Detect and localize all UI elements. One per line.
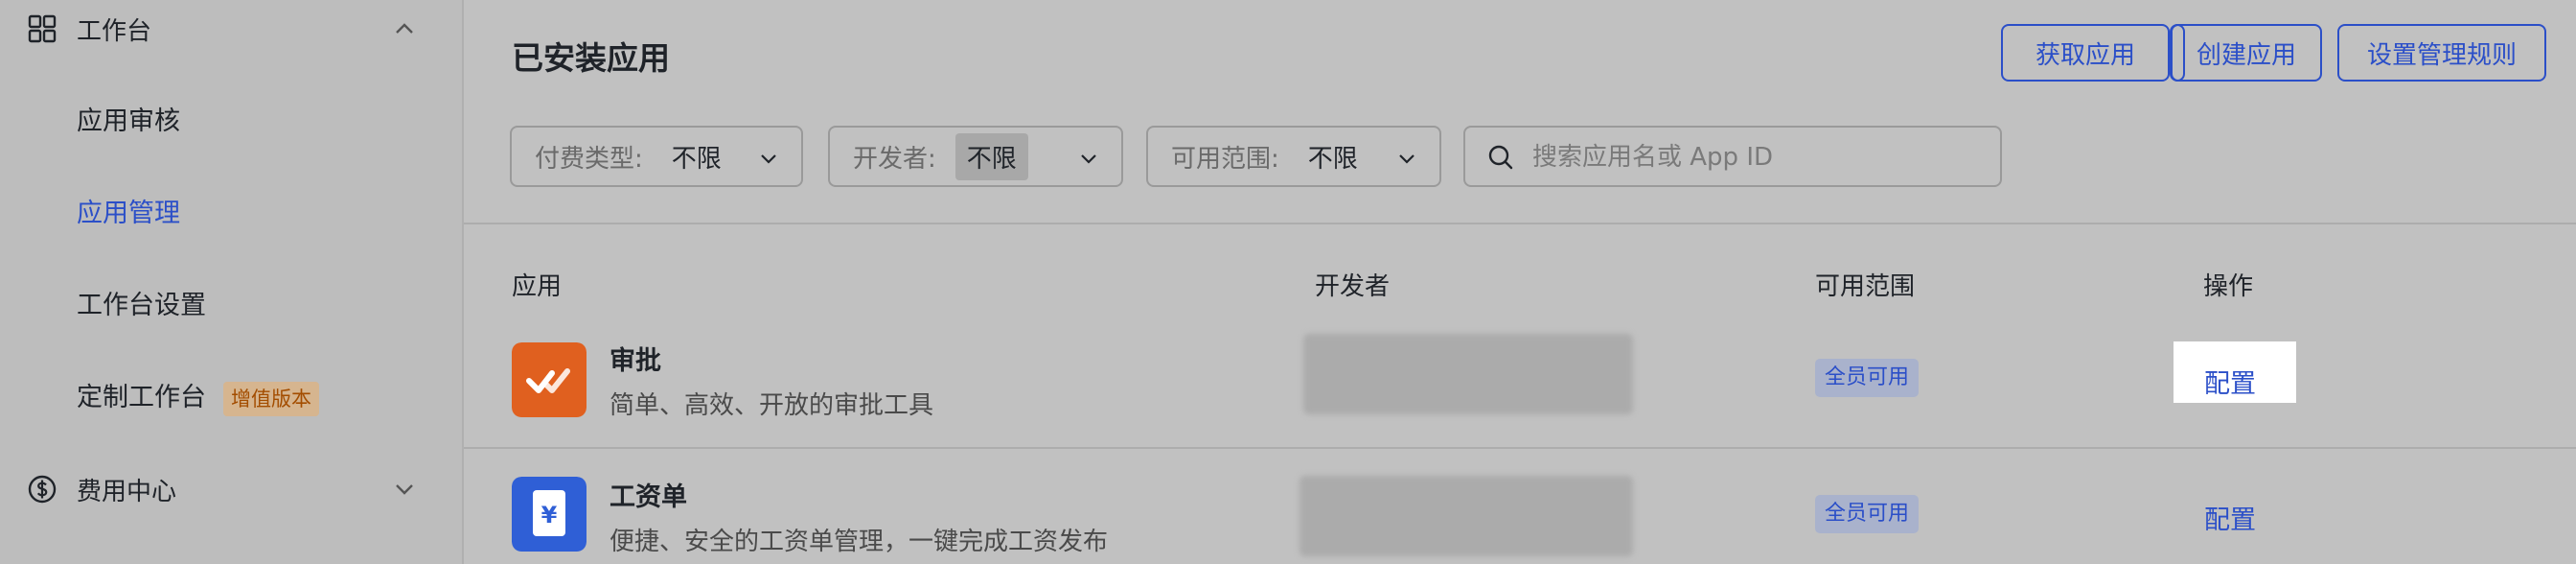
grid-icon [28,14,57,43]
page-title: 已安装应用 [512,39,670,77]
developer-name-redacted [1300,476,1633,556]
chevron-down-icon [1081,154,1096,164]
sidebar-item-app-review[interactable]: 应用审核 [77,93,180,151]
sidebar-group-label: 工作台 [77,16,152,46]
column-header-scope: 可用范围 [1815,272,1916,301]
column-header-actions: 操作 [2203,272,2254,301]
app-description: 便捷、安全的工资单管理，一键完成工资发布 [610,528,1109,556]
search-field[interactable] [1463,126,2002,187]
filter-label: 付费类型: [535,144,643,174]
sidebar: 工作台 应用审核 应用管理 工作台设置 定制工作台 增值版本 费用中心 [0,0,464,564]
configure-link[interactable]: 配置 [2204,499,2256,536]
sidebar-group-label: 费用中心 [77,477,177,506]
sidebar-item-workbench-settings[interactable]: 工作台设置 [77,277,206,335]
developer-filter[interactable]: 开发者: 不限 [828,126,1123,187]
filter-value: 不限 [671,144,722,174]
main-content: 已安装应用 获取应用 创建应用 设置管理规则 付费类型: 不限 开发者: 不限 … [464,0,2576,564]
chevron-down-icon [1399,154,1414,164]
app-description: 简单、高效、开放的审批工具 [610,391,934,420]
premium-badge: 增值版本 [223,381,319,416]
column-header-developer: 开发者 [1315,272,1391,301]
configure-link[interactable]: 配置 [2204,363,2256,400]
filter-label: 可用范围: [1171,144,1279,174]
app-name[interactable]: 工资单 [610,476,687,513]
search-icon [1488,145,1513,170]
sidebar-item-label: 定制工作台 [77,383,206,412]
filter-value: 不限 [954,132,1028,180]
search-input[interactable] [1530,135,1985,179]
filter-label: 开发者: [853,144,936,174]
yuan-icon: ¥ [512,477,586,552]
divider [464,223,2576,224]
dollar-circle-icon [28,475,57,504]
developer-name-redacted [1303,334,1633,414]
sidebar-item-custom-workbench[interactable]: 定制工作台 增值版本 [77,369,319,427]
scope-badge: 全员可用 [1815,359,1920,397]
row-divider [464,447,2576,449]
payment-type-filter[interactable]: 付费类型: 不限 [510,126,803,187]
chevron-up-icon [396,23,413,34]
scope-badge: 全员可用 [1815,495,1920,533]
chevron-down-icon [396,484,413,495]
sidebar-item-app-management[interactable]: 应用管理 [77,185,180,243]
create-app-button[interactable]: 创建应用 [2171,24,2322,82]
sidebar-group-billing[interactable]: 费用中心 [0,460,464,518]
availability-filter[interactable]: 可用范围: 不限 [1146,126,1441,187]
admin-rules-button[interactable]: 设置管理规则 [2337,24,2546,82]
sidebar-group-workbench[interactable]: 工作台 [0,0,464,58]
approval-check-icon [512,342,586,417]
chevron-down-icon [761,154,776,164]
get-app-button[interactable]: 获取应用 [2001,24,2170,82]
column-header-app: 应用 [512,272,563,301]
svg-text:¥: ¥ [541,502,558,529]
filter-value: 不限 [1307,144,1358,174]
app-name[interactable]: 审批 [610,340,661,377]
